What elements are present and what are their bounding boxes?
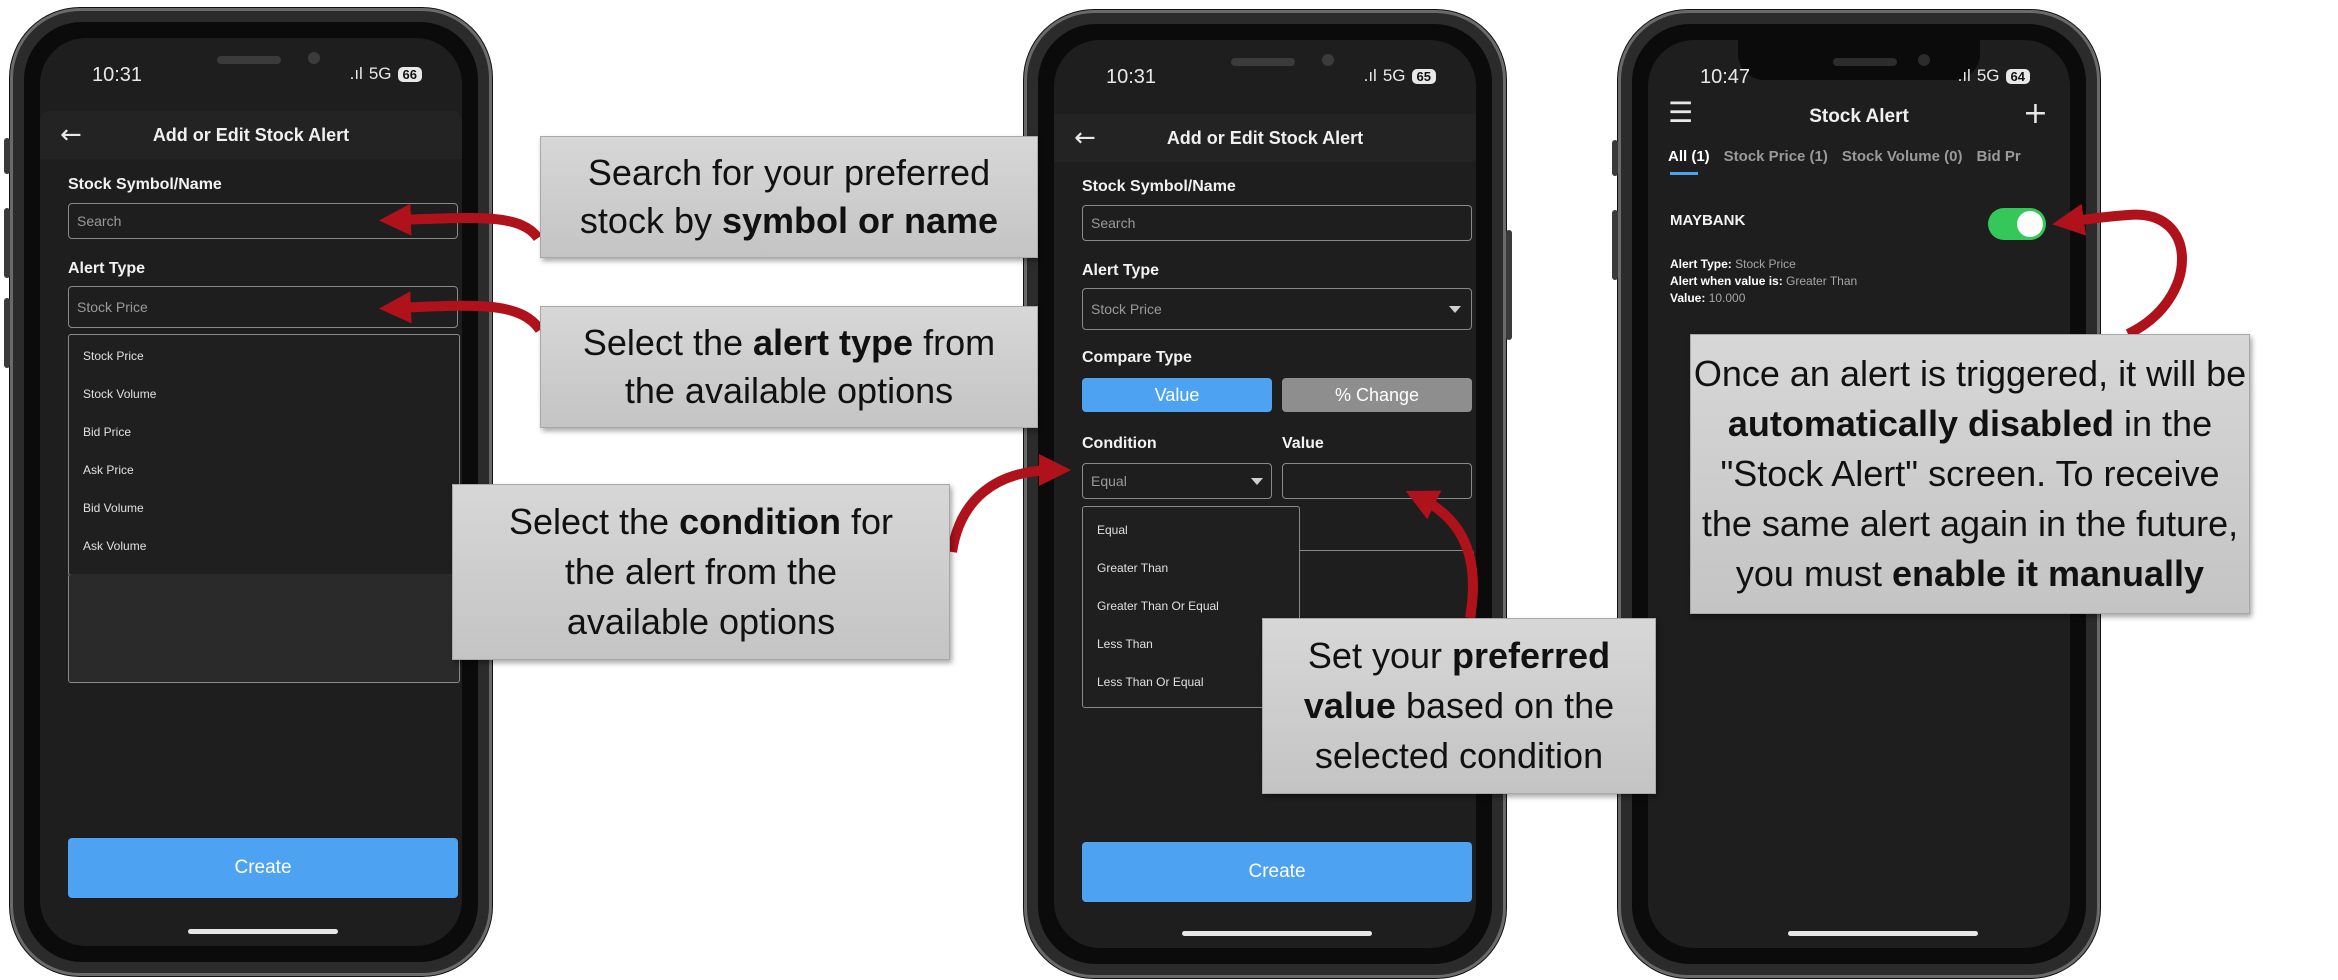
tab-indicator <box>1670 172 1698 175</box>
screen-add-alert-2: 10:31 .ıl 5G 65 ← Add or Edit Stock Alert … <box>1054 40 1476 948</box>
alert-item-details: Alert Type: Stock Price Alert when value… <box>1670 257 1858 305</box>
search-input[interactable]: Search <box>1082 205 1472 241</box>
menu-item[interactable]: Ask Price <box>83 463 134 477</box>
alert-type-label: Alert Type <box>68 260 146 277</box>
symbol-label: Stock Symbol/Name <box>1082 178 1236 195</box>
menu-item[interactable]: Ask Volume <box>83 539 146 553</box>
page-title: Stock Alert <box>1809 106 1909 127</box>
battery-icon: 64 <box>2005 68 2030 84</box>
menu-item[interactable]: Bid Price <box>83 425 131 439</box>
callout-alert-type: Select the alert type from the available… <box>540 306 1038 428</box>
condition-select[interactable]: Equal <box>1082 463 1272 499</box>
status-time: 10:31 <box>92 64 143 86</box>
create-button[interactable]: Create <box>1082 842 1472 902</box>
menu-item[interactable]: Less Than Or Equal <box>1097 675 1204 689</box>
menu-item[interactable]: Greater Than <box>1097 561 1168 575</box>
compare-value-button[interactable]: Value <box>1082 378 1272 412</box>
value-input[interactable] <box>1282 463 1472 499</box>
signal-icon: .ıl <box>1363 66 1377 85</box>
callout-value: Set your preferred value based on the se… <box>1262 618 1656 794</box>
callout-search: Search for your preferred stock by symbo… <box>540 136 1038 258</box>
menu-item[interactable]: Bid Volume <box>83 501 144 515</box>
tab-bid-price[interactable]: Bid Pr <box>1976 148 2020 165</box>
menu-item[interactable]: Stock Volume <box>83 387 156 401</box>
phone-2: 10:31 .ıl 5G 65 ← Add or Edit Stock Alert … <box>1024 10 1512 978</box>
add-icon[interactable]: + <box>2023 96 2048 131</box>
page-title: Add or Edit Stock Alert <box>152 124 350 145</box>
chevron-down-icon <box>435 304 447 311</box>
tab-bar: All (1) Stock Price (1) Stock Volume (0)… <box>1668 148 2021 165</box>
status-signal: .ıl 5G 64 <box>1958 66 2030 86</box>
menu-item[interactable]: Equal <box>1097 523 1128 537</box>
status-time: 10:47 <box>1700 66 1751 88</box>
battery-icon: 65 <box>1411 68 1436 84</box>
screen-add-alert-1: 10:31 .ıl 5G 66 ← Add or Edit Stock Alert … <box>40 38 462 946</box>
alert-toggle[interactable] <box>1988 208 2046 240</box>
condition-label: Condition <box>1082 435 1157 452</box>
chevron-down-icon <box>1449 306 1461 313</box>
signal-icon: .ıl <box>1957 66 1971 85</box>
alert-type-select[interactable]: Stock Price <box>68 286 458 328</box>
signal-icon: .ıl <box>349 64 363 83</box>
status-time: 10:31 <box>1106 66 1157 88</box>
status-signal: .ıl 5G 66 <box>350 64 422 84</box>
tab-all[interactable]: All (1) <box>1668 148 1710 165</box>
create-button[interactable]: Create <box>68 838 458 898</box>
alert-item-name: MAYBANK <box>1670 212 1746 229</box>
compare-type-label: Compare Type <box>1082 349 1192 366</box>
tab-stock-price[interactable]: Stock Price (1) <box>1724 148 1828 165</box>
callout-condition: Select the condition for the alert from … <box>452 484 950 660</box>
alert-type-select[interactable]: Stock Price <box>1082 288 1472 330</box>
back-arrow-icon[interactable]: ← <box>60 120 82 150</box>
value-label: Value <box>1282 435 1324 452</box>
alert-type-menu: Stock Price Stock Volume Bid Price Ask P… <box>68 334 460 576</box>
battery-icon: 66 <box>397 66 422 82</box>
callout-disabled: Once an alert is triggered, it will be a… <box>1690 334 2250 614</box>
symbol-label: Stock Symbol/Name <box>68 176 222 193</box>
menu-scroll-area <box>68 574 460 683</box>
status-signal: .ıl 5G 65 <box>1364 66 1436 86</box>
alert-type-label: Alert Type <box>1082 262 1160 279</box>
menu-item[interactable]: Stock Price <box>83 349 144 363</box>
search-input[interactable]: Search <box>68 203 458 239</box>
phone-1: 10:31 .ıl 5G 66 ← Add or Edit Stock Alert … <box>4 8 492 976</box>
tab-stock-volume[interactable]: Stock Volume (0) <box>1842 148 1963 165</box>
compare-change-button[interactable]: % Change <box>1282 378 1472 412</box>
back-arrow-icon[interactable]: ← <box>1074 123 1096 153</box>
page-title: Add or Edit Stock Alert <box>1166 127 1364 148</box>
menu-item[interactable]: Greater Than Or Equal <box>1097 599 1219 613</box>
menu-item[interactable]: Less Than <box>1097 637 1153 651</box>
chevron-down-icon <box>1251 478 1263 485</box>
